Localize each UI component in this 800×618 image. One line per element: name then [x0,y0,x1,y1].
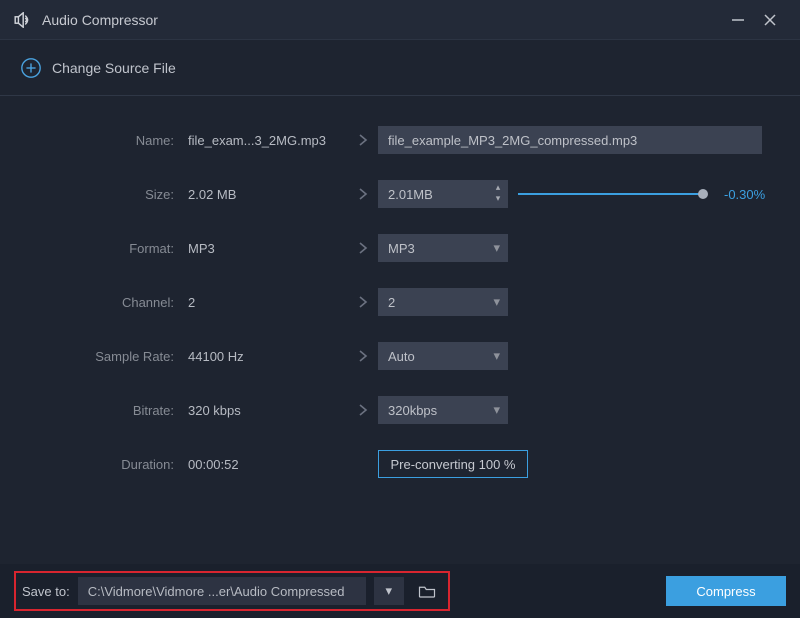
channel-source-value: 2 [188,295,348,310]
chevron-right-icon [348,295,378,309]
size-spinner[interactable]: 2.01MB ▴ ▾ [378,180,508,208]
spinner-up-icon[interactable]: ▴ [492,182,504,192]
app-title: Audio Compressor [42,12,158,28]
caret-down-icon: ▾ [493,294,500,310]
row-format: Format: MP3 MP3 ▾ [28,234,772,262]
duration-source-value: 00:00:52 [188,457,348,472]
format-select-value: MP3 [388,241,415,256]
form-area: Name: file_exam...3_2MG.mp3 Size: 2.02 M… [0,96,800,564]
caret-down-icon: ▾ [493,402,500,418]
close-button[interactable] [754,4,786,36]
folder-icon [418,584,436,598]
slider-track [518,193,706,195]
samplerate-select-value: Auto [388,349,415,364]
bitrate-source-value: 320 kbps [188,403,348,418]
size-percent: -0.30% [724,187,765,202]
minimize-button[interactable] [722,4,754,36]
bitrate-select-value: 320kbps [388,403,437,418]
channel-select[interactable]: 2 ▾ [378,288,508,316]
size-slider[interactable] [518,187,706,201]
size-output-value: 2.01MB [378,187,433,202]
format-label: Format: [28,241,188,256]
size-label: Size: [28,187,188,202]
chevron-right-icon [348,403,378,417]
bitrate-select[interactable]: 320kbps ▾ [378,396,508,424]
footer-bar: Save to: C:\Vidmore\Vidmore ...er\Audio … [0,564,800,618]
row-bitrate: Bitrate: 320 kbps 320kbps ▾ [28,396,772,424]
open-folder-button[interactable] [412,577,442,605]
chevron-right-icon [348,241,378,255]
row-samplerate: Sample Rate: 44100 Hz Auto ▾ [28,342,772,370]
app-logo-icon [14,12,34,28]
channel-select-value: 2 [388,295,395,310]
add-circle-icon[interactable] [20,57,42,79]
preconvert-progress[interactable]: Pre-converting 100 % [378,450,528,478]
samplerate-select[interactable]: Auto ▾ [378,342,508,370]
spinner-down-icon[interactable]: ▾ [492,193,504,203]
row-duration: Duration: 00:00:52 Pre-converting 100 % [28,450,772,478]
bitrate-label: Bitrate: [28,403,188,418]
caret-down-icon: ▾ [493,348,500,364]
chevron-right-icon [348,133,378,147]
duration-label: Duration: [28,457,188,472]
save-to-group: Save to: C:\Vidmore\Vidmore ...er\Audio … [14,571,450,611]
title-bar: Audio Compressor [0,0,800,40]
source-file-row: Change Source File [0,40,800,96]
slider-thumb[interactable] [698,189,708,199]
name-label: Name: [28,133,188,148]
samplerate-source-value: 44100 Hz [188,349,348,364]
save-path-dropdown[interactable]: ▾ [374,577,404,605]
change-source-link[interactable]: Change Source File [52,60,176,76]
samplerate-label: Sample Rate: [28,349,188,364]
row-channel: Channel: 2 2 ▾ [28,288,772,316]
chevron-right-icon [348,349,378,363]
caret-down-icon: ▾ [385,583,392,599]
size-source-value: 2.02 MB [188,187,348,202]
row-name: Name: file_exam...3_2MG.mp3 [28,126,772,154]
format-select[interactable]: MP3 ▾ [378,234,508,262]
caret-down-icon: ▾ [493,240,500,256]
chevron-right-icon [348,187,378,201]
save-to-label: Save to: [22,584,70,599]
row-size: Size: 2.02 MB 2.01MB ▴ ▾ -0.30% [28,180,772,208]
output-name-input[interactable] [378,126,762,154]
save-path-display[interactable]: C:\Vidmore\Vidmore ...er\Audio Compresse… [78,577,366,605]
channel-label: Channel: [28,295,188,310]
format-source-value: MP3 [188,241,348,256]
name-source-value: file_exam...3_2MG.mp3 [188,133,348,148]
compress-button[interactable]: Compress [666,576,786,606]
